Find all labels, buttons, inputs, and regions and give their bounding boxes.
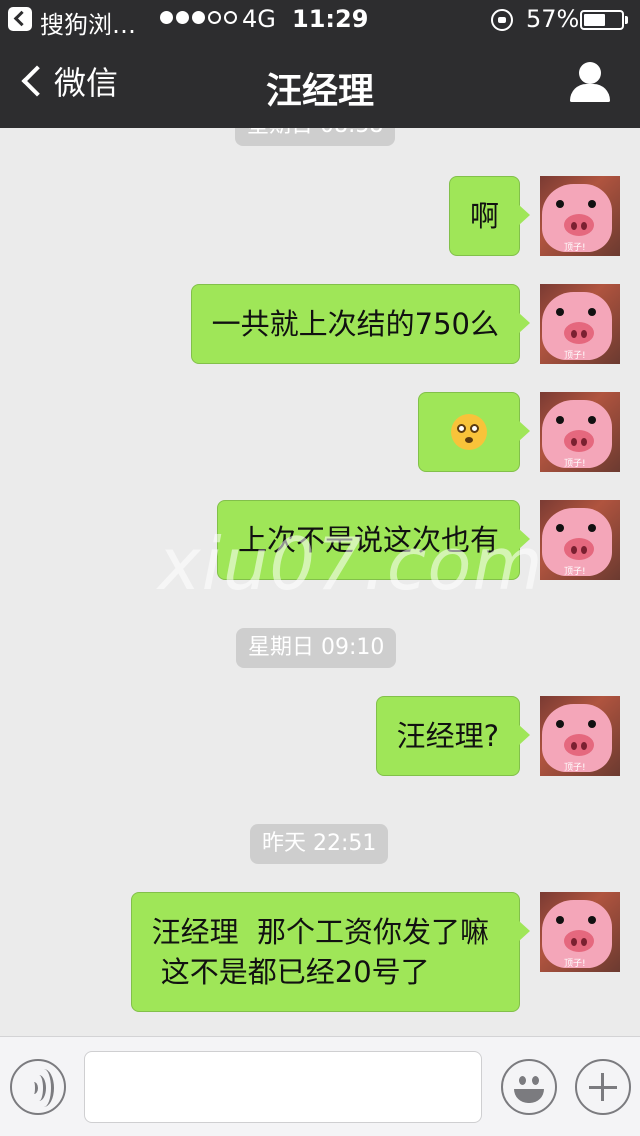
message-row: 顶子! bbox=[418, 392, 620, 472]
message-text: 一共就上次结的750么 bbox=[211, 307, 499, 341]
status-time: 11:29 bbox=[292, 5, 369, 33]
message-row: 啊 顶子! bbox=[448, 176, 620, 256]
network-type: 4G bbox=[242, 5, 276, 33]
message-row: 汪经理 那个工资你发了嘛 这不是都已经20号了 顶子! bbox=[130, 892, 620, 1012]
plus-icon[interactable] bbox=[575, 1059, 631, 1115]
avatar-caption: 顶子! bbox=[564, 459, 586, 469]
message-text: 啊 bbox=[469, 199, 499, 233]
avatar[interactable]: 顶子! bbox=[540, 500, 620, 580]
voice-icon[interactable] bbox=[10, 1059, 66, 1115]
message-input[interactable] bbox=[84, 1051, 482, 1123]
avatar[interactable]: 顶子! bbox=[540, 284, 620, 364]
message-text-line: 这不是都已经20号了 bbox=[151, 955, 430, 989]
avatar[interactable]: 顶子! bbox=[540, 892, 620, 972]
message-text-line: 汪经理 那个工资你发了嘛 bbox=[151, 915, 489, 949]
avatar-caption: 顶子! bbox=[564, 351, 586, 361]
message-bubble[interactable]: 汪经理? bbox=[375, 696, 531, 776]
message-bubble[interactable] bbox=[418, 392, 530, 472]
message-bubble[interactable]: 啊 bbox=[448, 176, 531, 256]
avatar[interactable]: 顶子! bbox=[540, 696, 620, 776]
status-bar: 搜狗浏… 4G 11:29 57% bbox=[0, 0, 640, 40]
battery-tip bbox=[625, 16, 628, 24]
message-bubble[interactable]: 汪经理 那个工资你发了嘛 这不是都已经20号了 bbox=[130, 892, 531, 1012]
avatar-caption: 顶子! bbox=[564, 243, 586, 253]
timestamp: 星期日 08:58 bbox=[235, 128, 396, 146]
back-to-app-icon[interactable] bbox=[8, 7, 32, 31]
signal-strength-icon bbox=[160, 11, 237, 24]
battery-icon bbox=[580, 10, 624, 30]
emoji-icon[interactable] bbox=[501, 1059, 557, 1115]
timestamp: 昨天 22:51 bbox=[250, 824, 389, 864]
battery-percent: 57% bbox=[526, 5, 580, 33]
timestamp: 星期日 09:10 bbox=[236, 628, 397, 668]
message-row: 一共就上次结的750么 顶子! bbox=[190, 284, 620, 364]
watermark: xiu07.com bbox=[158, 522, 544, 606]
person-icon[interactable] bbox=[568, 62, 612, 104]
input-bar bbox=[0, 1036, 640, 1136]
previous-app-name[interactable]: 搜狗浏… bbox=[40, 5, 136, 40]
navigation-bar: 微信 汪经理 bbox=[0, 40, 640, 128]
message-text: 汪经理? bbox=[396, 719, 499, 753]
avatar-caption: 顶子! bbox=[564, 959, 586, 969]
rotation-lock-icon bbox=[491, 9, 513, 31]
chat-title: 汪经理 bbox=[265, 71, 374, 112]
avatar[interactable]: 顶子! bbox=[540, 176, 620, 256]
message-row: 汪经理? 顶子! bbox=[375, 696, 620, 776]
message-bubble[interactable]: 一共就上次结的750么 bbox=[190, 284, 531, 364]
avatar-caption: 顶子! bbox=[564, 763, 586, 773]
avatar[interactable]: 顶子! bbox=[540, 392, 620, 472]
dizzy-face-emoji-icon bbox=[451, 414, 487, 450]
avatar-caption: 顶子! bbox=[564, 567, 586, 577]
